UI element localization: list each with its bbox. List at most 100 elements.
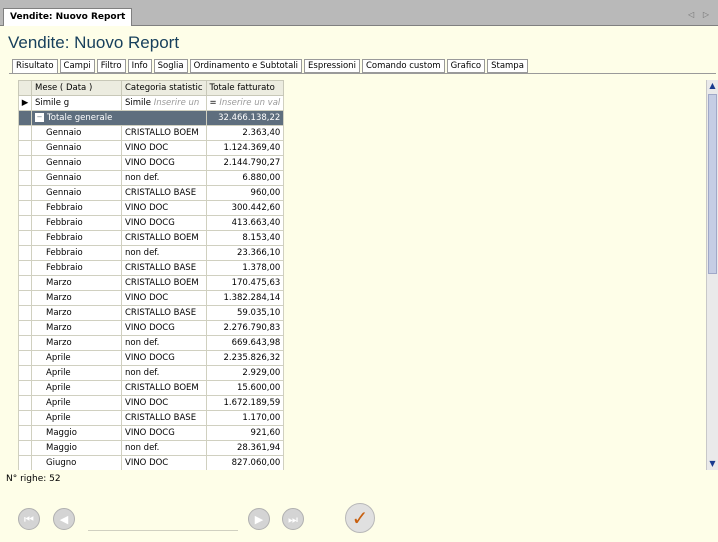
cell-categoria[interactable]: CRISTALLO BOEM <box>121 380 207 396</box>
table-row[interactable]: Marzo VINO DOC 1.382.284,14 <box>18 290 285 306</box>
row-selector[interactable] <box>18 170 32 186</box>
row-selector[interactable] <box>18 215 32 231</box>
row-selector[interactable] <box>18 290 32 306</box>
table-row[interactable]: Giugno VINO DOC 827.060,00 <box>18 455 285 470</box>
filter-operator[interactable]: Simile <box>35 98 61 108</box>
cell-categoria[interactable]: CRISTALLO BASE <box>121 185 207 201</box>
cell-mese[interactable]: Marzo <box>31 320 122 336</box>
row-selector[interactable] <box>18 155 32 171</box>
cell-mese[interactable]: Febbraio <box>31 215 122 231</box>
cell-totale[interactable]: 1.124.369,40 <box>205 140 285 156</box>
cell-totale[interactable]: 2.276.790,83 <box>205 320 285 336</box>
cell-mese[interactable]: Aprile <box>31 410 122 426</box>
table-row[interactable]: Aprile CRISTALLO BOEM 15.600,00 <box>18 380 285 396</box>
cell-categoria[interactable]: CRISTALLO BOEM <box>121 230 207 246</box>
cell-totale[interactable]: 827.060,00 <box>205 455 285 470</box>
row-selector[interactable] <box>18 230 32 246</box>
table-row[interactable]: Febbraio CRISTALLO BASE 1.378,00 <box>18 260 285 276</box>
cell-mese[interactable]: Gennaio <box>31 155 122 171</box>
cell-categoria[interactable]: VINO DOCG <box>121 320 207 336</box>
table-row[interactable]: Gennaio CRISTALLO BOEM 2.363,40 <box>18 125 285 141</box>
table-row[interactable]: Gennaio CRISTALLO BASE 960,00 <box>18 185 285 201</box>
cell-mese[interactable]: Febbraio <box>31 260 122 276</box>
table-row[interactable]: Febbraio VINO DOC 300.442,60 <box>18 200 285 216</box>
row-selector[interactable] <box>18 365 32 381</box>
cell-categoria[interactable]: non def. <box>121 365 207 381</box>
tab-espressioni[interactable]: Espressioni <box>304 59 360 73</box>
row-selector[interactable] <box>18 275 32 291</box>
filter-value[interactable]: g <box>64 98 69 108</box>
cell-mese[interactable]: Giugno <box>31 455 122 470</box>
filter-placeholder[interactable]: Inserire un val <box>219 98 280 108</box>
cell-mese[interactable]: Febbraio <box>31 230 122 246</box>
cell-totale[interactable]: 8.153,40 <box>205 230 285 246</box>
row-selector[interactable] <box>18 305 32 321</box>
tab-campi[interactable]: Campi <box>59 59 95 73</box>
column-header-mese[interactable]: Mese ( Data ) <box>31 80 122 96</box>
cell-mese[interactable]: Gennaio <box>31 125 122 141</box>
row-selector[interactable] <box>18 335 32 351</box>
cell-categoria[interactable]: CRISTALLO BASE <box>121 260 207 276</box>
cell-totale[interactable]: 669.643,98 <box>205 335 285 351</box>
tab-comando-custom[interactable]: Comando custom <box>361 59 445 73</box>
row-selector[interactable] <box>18 395 32 411</box>
table-row[interactable]: Gennaio VINO DOC 1.124.369,40 <box>18 140 285 156</box>
cell-mese[interactable]: Maggio <box>31 425 122 441</box>
cell-mese[interactable]: Gennaio <box>31 140 122 156</box>
cell-mese[interactable]: Febbraio <box>31 245 122 261</box>
cell-categoria[interactable]: non def. <box>121 170 207 186</box>
scroll-up-icon[interactable]: ▲ <box>707 80 718 92</box>
table-row[interactable]: Aprile VINO DOCG 2.235.826,32 <box>18 350 285 366</box>
cell-mese[interactable]: Marzo <box>31 305 122 321</box>
tab-info[interactable]: Info <box>127 59 152 73</box>
cell-categoria[interactable]: VINO DOC <box>121 455 207 470</box>
table-row[interactable]: Gennaio non def. 6.880,00 <box>18 170 285 186</box>
cell-totale[interactable]: 2.235.826,32 <box>205 350 285 366</box>
cell-categoria[interactable]: VINO DOCG <box>121 155 207 171</box>
cell-totale[interactable]: 170.475,63 <box>205 275 285 291</box>
row-selector[interactable] <box>18 410 32 426</box>
cell-categoria[interactable]: CRISTALLO BOEM <box>121 125 207 141</box>
cell-totale[interactable]: 1.378,00 <box>205 260 285 276</box>
last-record-button[interactable]: ⏭ <box>282 508 304 530</box>
filter-operator[interactable]: = <box>210 98 217 108</box>
tab-risultato[interactable]: Risultato <box>12 59 58 74</box>
row-selector[interactable] <box>18 380 32 396</box>
cell-totale[interactable]: 23.366,10 <box>205 245 285 261</box>
row-selector[interactable] <box>18 200 32 216</box>
row-selector[interactable] <box>18 350 32 366</box>
first-record-button[interactable]: ⏮ <box>18 508 40 530</box>
cell-categoria[interactable]: VINO DOCG <box>121 350 207 366</box>
tab-grafico[interactable]: Grafico <box>446 59 486 73</box>
cell-mese[interactable]: Gennaio <box>31 185 122 201</box>
tab-scroll-arrows-icon[interactable]: ◁ ▷ <box>688 10 712 19</box>
document-tab[interactable]: Vendite: Nuovo Report <box>3 8 133 26</box>
group-total-row[interactable]: − Totale generale 32.466.138,22 <box>18 110 285 126</box>
cell-categoria[interactable]: VINO DOC <box>121 290 207 306</box>
table-row[interactable]: Marzo CRISTALLO BOEM 170.475,63 <box>18 275 285 291</box>
cell-mese[interactable]: Marzo <box>31 335 122 351</box>
cell-mese[interactable]: Febbraio <box>31 200 122 216</box>
next-record-button[interactable]: ▶ <box>248 508 270 530</box>
cell-totale[interactable]: 59.035,10 <box>205 305 285 321</box>
cell-totale[interactable]: 960,00 <box>205 185 285 201</box>
cell-categoria[interactable]: non def. <box>121 245 207 261</box>
cell-totale[interactable]: 2.363,40 <box>205 125 285 141</box>
cell-categoria[interactable]: VINO DOC <box>121 200 207 216</box>
table-row[interactable]: Gennaio VINO DOCG 2.144.790,27 <box>18 155 285 171</box>
cell-totale[interactable]: 300.442,60 <box>205 200 285 216</box>
filter-operator[interactable]: Simile <box>125 98 151 108</box>
row-selector[interactable] <box>18 320 32 336</box>
tab-stampa[interactable]: Stampa <box>487 59 528 73</box>
table-row[interactable]: Febbraio VINO DOCG 413.663,40 <box>18 215 285 231</box>
cell-mese[interactable]: Maggio <box>31 440 122 456</box>
cell-mese[interactable]: Aprile <box>31 395 122 411</box>
row-selector[interactable] <box>18 260 32 276</box>
filter-placeholder[interactable]: Inserire un <box>154 98 200 108</box>
collapse-icon[interactable]: − <box>35 113 44 122</box>
cell-totale[interactable]: 1.170,00 <box>205 410 285 426</box>
filter-categoria-field[interactable]: Simile Inserire un <box>121 95 207 111</box>
cell-mese[interactable]: Aprile <box>31 350 122 366</box>
tab-ordinamento-e-subtotali[interactable]: Ordinamento e Subtotali <box>189 59 303 73</box>
cell-mese[interactable]: Marzo <box>31 275 122 291</box>
